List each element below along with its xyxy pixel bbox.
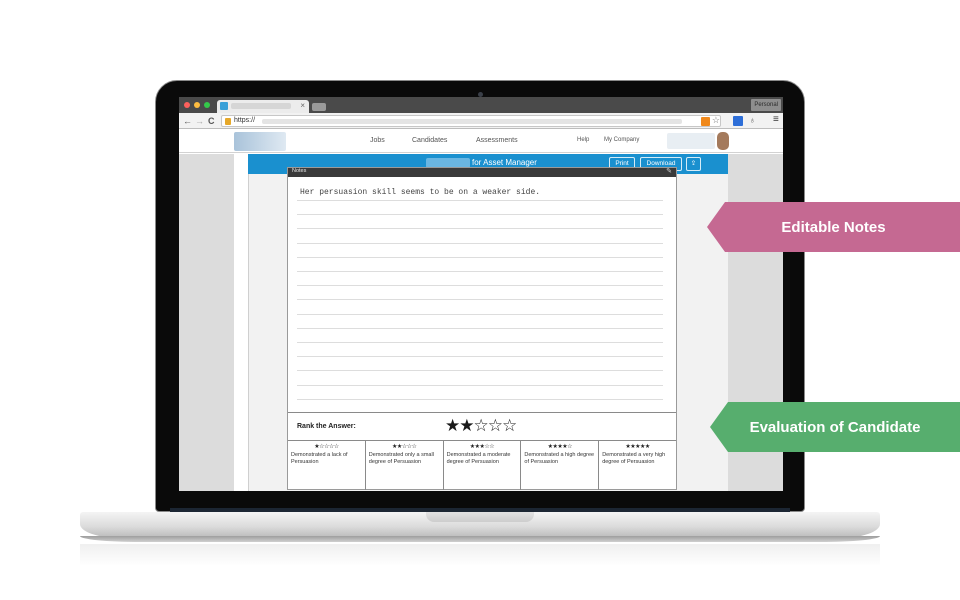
favicon-icon xyxy=(220,102,228,110)
url-redacted xyxy=(262,119,682,124)
scale-stars: ★★★☆☆ xyxy=(469,444,495,450)
scale-cell-2[interactable]: ★★☆☆☆ Demonstrated only a small degree o… xyxy=(366,441,444,490)
scale-cell-1[interactable]: ★☆☆☆☆ Demonstrated a lack of Persuasion xyxy=(288,441,366,490)
address-bar[interactable]: https:// ☆ xyxy=(221,115,721,127)
user-name-redacted[interactable] xyxy=(667,133,715,149)
laptop-base-lip xyxy=(80,536,880,542)
notes-panel: Notes ✎ Her persuasion skill seems to be… xyxy=(287,167,677,490)
notes-rule-line xyxy=(297,370,663,372)
reload-icon[interactable]: C xyxy=(208,115,215,127)
avatar[interactable] xyxy=(717,132,729,150)
window-minimize-button[interactable] xyxy=(194,102,200,108)
bookmark-star-icon[interactable]: ☆ xyxy=(712,115,720,126)
callout-evaluation: Evaluation of Candidate xyxy=(710,402,960,452)
nav-jobs[interactable]: Jobs xyxy=(370,137,385,144)
notes-rule-line xyxy=(297,256,663,258)
notes-rule-line xyxy=(297,200,663,201)
notes-rule-line xyxy=(297,327,663,329)
extension-icon[interactable] xyxy=(733,116,743,126)
browser-tab[interactable]: × xyxy=(217,100,309,113)
scale-cell-3[interactable]: ★★★☆☆ Demonstrated a moderate degree of … xyxy=(444,441,522,490)
notes-rule-line xyxy=(297,356,663,358)
notes-rule-line xyxy=(297,228,663,230)
notes-rule-line xyxy=(297,313,663,315)
laptop-screen: × Personal ← → C https:// ☆ ♁ ≡ Jobs Can… xyxy=(179,97,783,491)
scale-stars: ★★★★★ xyxy=(625,444,650,450)
rank-label: Rank the Answer: xyxy=(297,423,356,430)
app-navbar: Jobs Candidates Assessments Help My Comp… xyxy=(179,130,783,153)
callout-editable-notes: Editable Notes xyxy=(707,202,960,252)
left-gutter xyxy=(179,154,234,491)
nav-candidates[interactable]: Candidates xyxy=(412,137,447,144)
notes-rule-line xyxy=(297,271,663,272)
nav-help[interactable]: Help xyxy=(577,137,589,143)
notes-rule-line xyxy=(297,299,663,301)
web-page: Jobs Candidates Assessments Help My Comp… xyxy=(179,130,783,491)
browser-tab-bar: × Personal xyxy=(179,97,783,113)
notes-textarea[interactable]: Her persuasion skill seems to be on a we… xyxy=(300,188,540,197)
nav-my-company[interactable]: My Company xyxy=(604,137,639,143)
scale-cell-4[interactable]: ★★★★☆ Demonstrated a high degree of Pers… xyxy=(521,441,600,490)
rating-scale: ★☆☆☆☆ Demonstrated a lack of Persuasion … xyxy=(288,440,676,490)
share-icon[interactable]: ⇪ xyxy=(686,157,701,171)
browser-toolbar: ← → C https:// ☆ ♁ ≡ xyxy=(179,113,783,129)
marketing-stage: × Personal ← → C https:// ☆ ♁ ≡ Jobs Can… xyxy=(0,0,960,600)
scale-cell-5[interactable]: ★★★★★ Demonstrated a very high degree of… xyxy=(599,441,676,490)
scale-stars: ★☆☆☆☆ xyxy=(314,444,339,450)
rss-icon[interactable] xyxy=(701,117,710,126)
forward-icon[interactable]: → xyxy=(195,115,204,127)
notes-rule-line xyxy=(297,242,663,244)
notes-rule-line xyxy=(297,285,663,287)
browser-menu-icon[interactable]: ≡ xyxy=(773,114,779,125)
callout-eval-label: Evaluation of Candidate xyxy=(749,418,921,436)
nav-assessments[interactable]: Assessments xyxy=(476,137,518,144)
new-tab-button[interactable] xyxy=(312,103,326,111)
callout-notes-label: Editable Notes xyxy=(781,218,886,236)
lock-icon xyxy=(225,118,231,125)
scale-description: Demonstrated a high degree of Persuasion xyxy=(524,452,595,465)
edit-pencil-icon[interactable]: ✎ xyxy=(666,167,672,175)
notes-header: Notes ✎ xyxy=(288,168,676,177)
rank-row: Rank the Answer: ★★☆☆☆ xyxy=(288,412,676,440)
url-text: https:// xyxy=(234,117,256,124)
notes-rule-line xyxy=(297,398,663,400)
notes-rule-line xyxy=(297,214,663,216)
report-title: for Asset Manager xyxy=(472,158,537,167)
notes-rule-line xyxy=(297,384,663,386)
notes-title: Notes xyxy=(292,168,307,174)
extension-filter-icon[interactable]: ♁ xyxy=(749,115,756,125)
scale-description: Demonstrated a lack of Persuasion xyxy=(291,452,348,465)
scale-stars: ★★☆☆☆ xyxy=(391,444,417,450)
scale-stars: ★★★★☆ xyxy=(547,444,573,450)
window-close-button[interactable] xyxy=(184,102,190,108)
tab-close-icon[interactable]: × xyxy=(300,101,305,110)
laptop-notch xyxy=(426,512,534,522)
window-zoom-button[interactable] xyxy=(204,102,210,108)
tab-title-redacted xyxy=(231,103,291,109)
notes-rule-line xyxy=(297,342,663,343)
laptop-reflection xyxy=(80,544,880,566)
scale-description: Demonstrated only a small degree of Pers… xyxy=(368,452,434,465)
back-icon[interactable]: ← xyxy=(183,115,192,127)
scale-description: Demonstrated a very high degree of Persu… xyxy=(602,452,666,465)
app-logo[interactable] xyxy=(234,132,286,151)
scale-description: Demonstrated a moderate degree of Persua… xyxy=(446,452,511,465)
profile-button[interactable]: Personal xyxy=(751,99,781,111)
star-rating[interactable]: ★★☆☆☆ xyxy=(445,416,517,436)
